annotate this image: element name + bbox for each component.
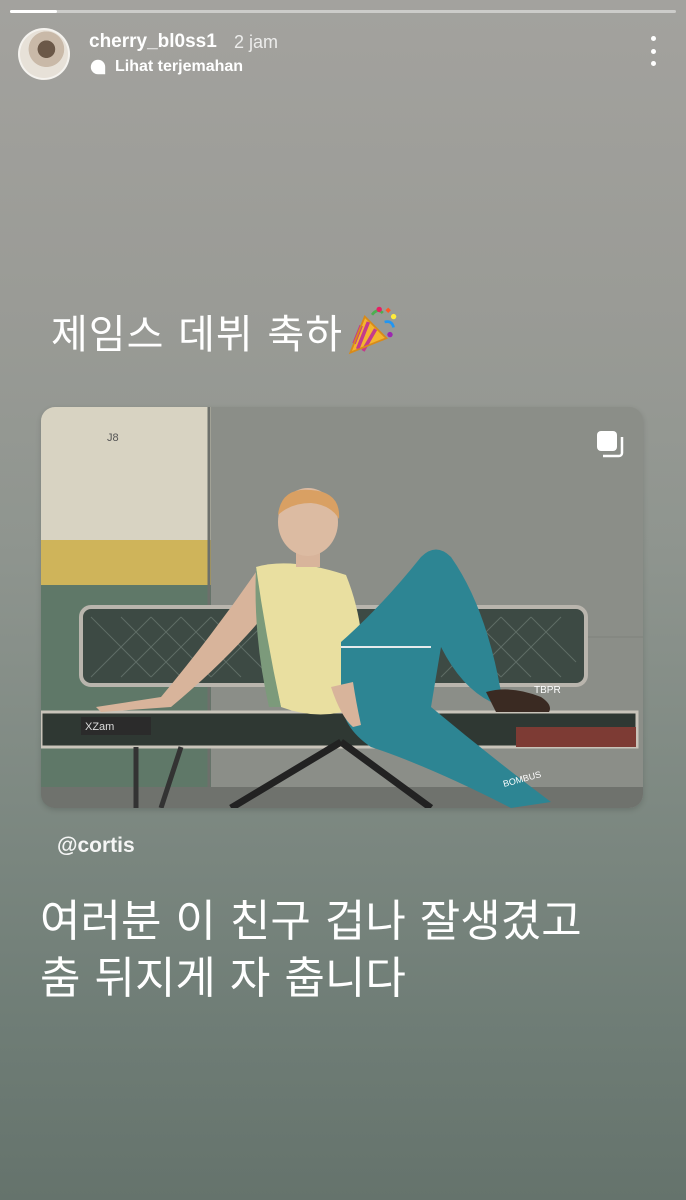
story-header: cherry_bl0ss1 2 jam Lihat terjemahan (18, 26, 668, 86)
translate-icon (90, 59, 106, 75)
more-vertical-icon-dot (650, 48, 656, 54)
story-caption-bottom: 여러분 이 친구 겁나 잘생겼고 춤 뒤지게 자 춥니다 (40, 893, 660, 1007)
story-caption-top: 제임스 데뷔 축하 (51, 302, 399, 360)
bench-sticker-1: TBPR (534, 685, 561, 696)
more-options-button[interactable] (648, 36, 658, 66)
post-time: 2 jam (234, 32, 279, 52)
more-vertical-icon-dot (650, 61, 656, 66)
caption-bottom-line-1: 여러분 이 친구 겁나 잘생겼고 (40, 896, 582, 947)
party-popper-icon (348, 306, 397, 355)
mention-tag[interactable]: @cortis (57, 834, 135, 858)
story-progress-bar (10, 10, 676, 13)
avatar[interactable] (18, 28, 70, 80)
caption-bottom-line-2: 춤 뒤지게 자 춥니다 (40, 953, 406, 1004)
more-vertical-icon (650, 36, 656, 41)
bench-sticker-2: XZam (85, 721, 114, 733)
translate-label: Lihat terjemahan (115, 58, 244, 75)
wall-text: J8 (107, 432, 119, 444)
translate-button[interactable]: Lihat terjemahan (89, 58, 243, 76)
shared-post-card[interactable]: J8 XZam TBPR BOMBUS (41, 407, 643, 808)
story-progress-fill (10, 10, 57, 13)
post-photo: J8 XZam TBPR BOMBUS (41, 407, 643, 808)
caption-top-text: 제임스 데뷔 축하 (51, 312, 344, 358)
multiple-images-icon (597, 431, 624, 458)
username[interactable]: cherry_bl0ss1 (89, 31, 217, 53)
